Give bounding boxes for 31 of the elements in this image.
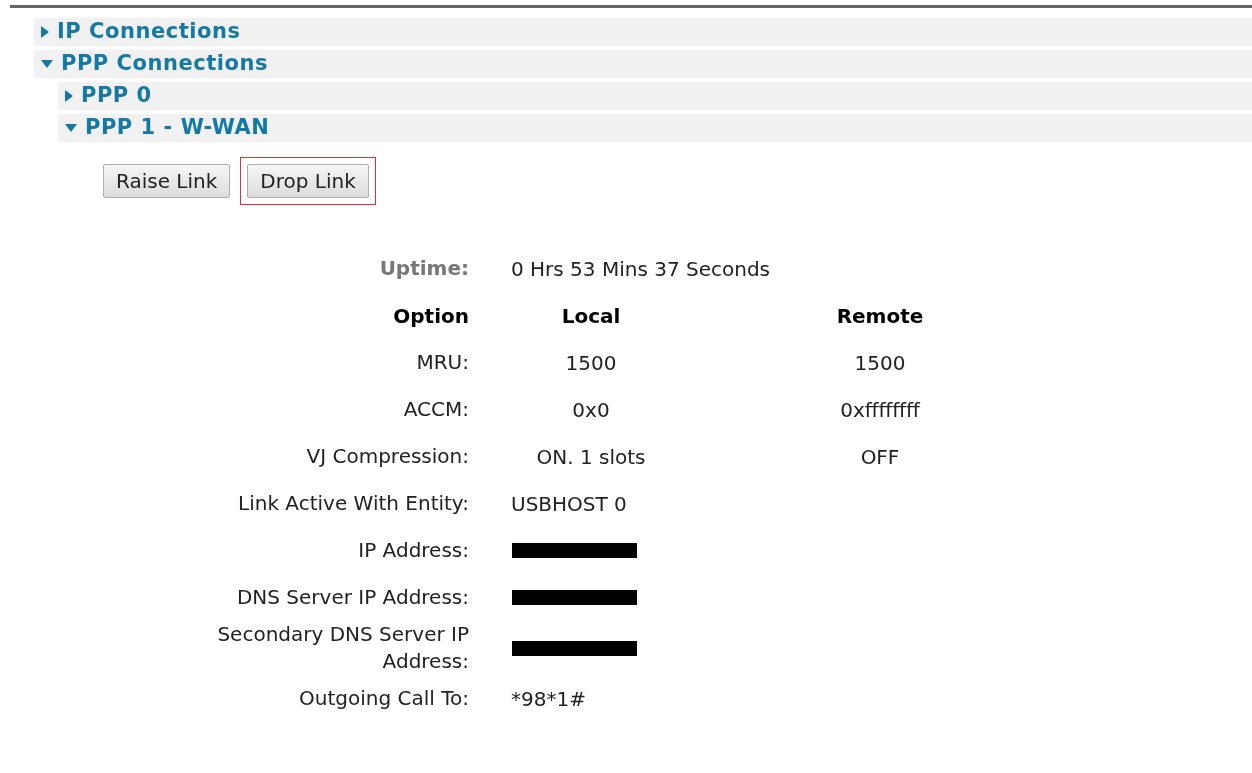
table-cell: OFF bbox=[860, 444, 900, 469]
field-label: IP Address: bbox=[358, 537, 469, 564]
field-label: Secondary DNS Server IP Address: bbox=[216, 621, 469, 675]
field-label: MRU: bbox=[416, 349, 469, 376]
field-label: VJ Compression: bbox=[306, 443, 469, 470]
column-header: Local bbox=[561, 303, 621, 328]
table-cell: ON. 1 slots bbox=[536, 444, 646, 469]
column-header: Remote bbox=[836, 303, 924, 328]
link-button[interactable]: Drop Link bbox=[247, 164, 369, 198]
tree-item[interactable]: IP Connections bbox=[34, 18, 1252, 46]
table-cell: 0x0 bbox=[572, 397, 610, 422]
field-label: Link Active With Entity: bbox=[238, 490, 469, 517]
table-cell: 1500 bbox=[565, 350, 617, 375]
table-cell: 1500 bbox=[854, 350, 906, 375]
link-button[interactable]: Raise Link bbox=[103, 164, 231, 198]
caret-down-icon bbox=[65, 124, 77, 132]
table-cell: 0xffffffff bbox=[840, 397, 920, 422]
field-value: USBHOST 0 bbox=[511, 491, 627, 516]
caret-down-icon bbox=[41, 60, 53, 68]
column-header: Option bbox=[393, 302, 469, 330]
field-value: *98*1# bbox=[511, 686, 586, 711]
field-label: Outgoing Call To: bbox=[299, 685, 469, 712]
field-label: DNS Server IP Address: bbox=[236, 584, 469, 611]
tree-item[interactable]: PPP 0 bbox=[58, 82, 1252, 110]
uptime-value: 0 Hrs 53 Mins 37 Seconds bbox=[511, 256, 771, 281]
caret-right-icon bbox=[41, 26, 49, 38]
field-label: ACCM: bbox=[403, 396, 469, 423]
caret-right-icon bbox=[65, 90, 73, 102]
tree-item[interactable]: PPP Connections bbox=[34, 50, 1252, 78]
field-label: Uptime: bbox=[379, 255, 469, 282]
tree-item[interactable]: PPP 1 - W-WAN bbox=[58, 114, 1252, 142]
